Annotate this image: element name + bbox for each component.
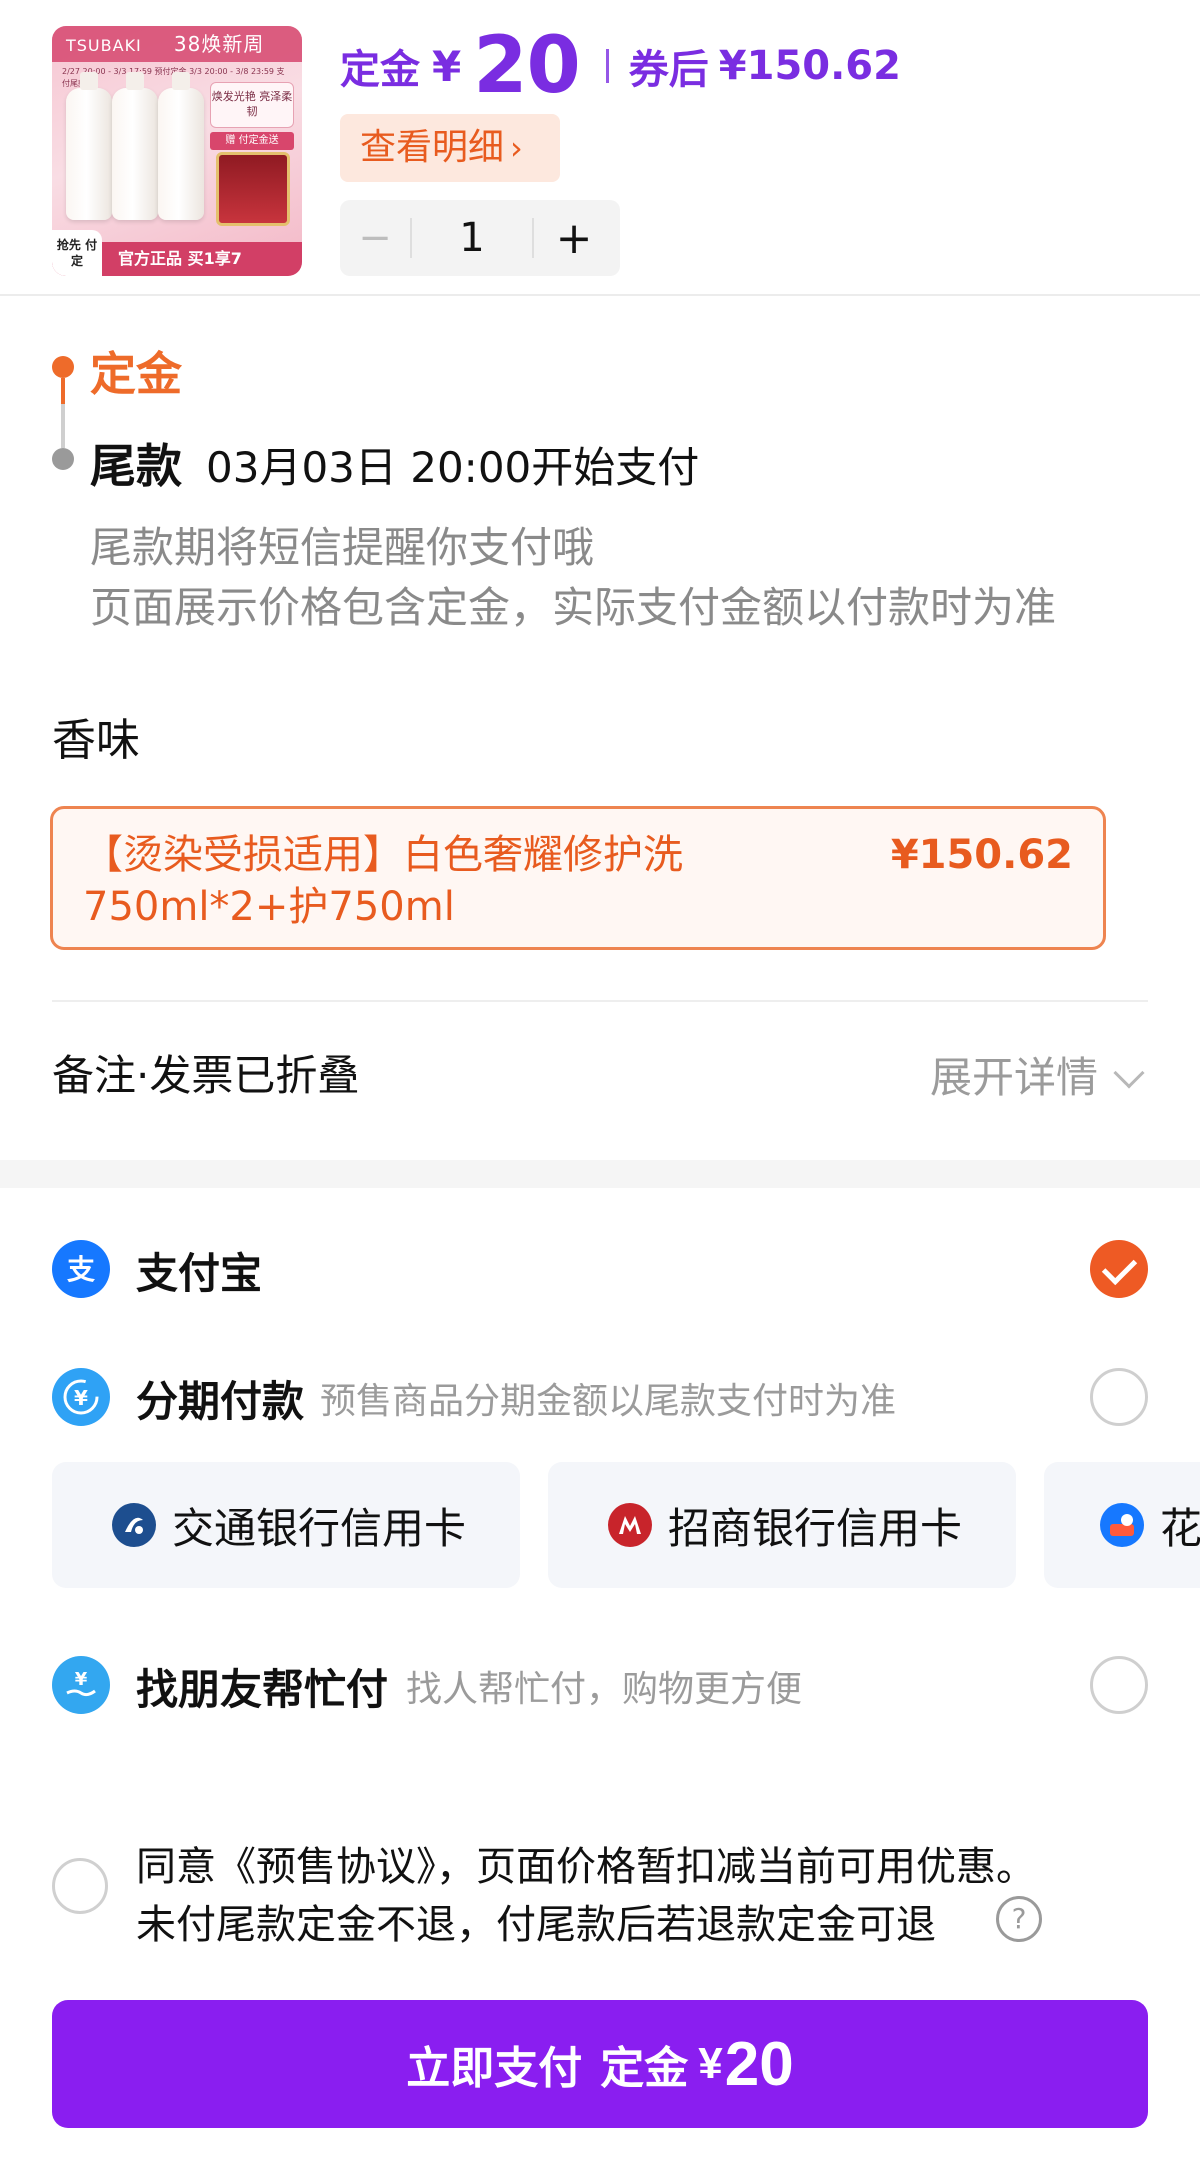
bank-name: 招商银行信用卡 (668, 1503, 963, 1553)
bottle-graphic (158, 72, 204, 220)
price-divider (605, 49, 609, 83)
decrease-button[interactable]: − (340, 215, 410, 261)
increase-button[interactable]: + (534, 213, 614, 264)
after-coupon-price: ¥150.62 (718, 43, 901, 89)
bank-name: 花 (1160, 1503, 1200, 1553)
sku-name: 【烫染受损适用】白色奢耀修护洗750ml*2+护750ml (83, 832, 683, 930)
price-note: 页面展示价格包含定金，实际支付金额以付款时为准 (90, 583, 1057, 632)
image-promo-text: 焕发光艳 亮泽柔韧 (210, 82, 294, 128)
image-gift-label: 赠 付定金送 (210, 132, 294, 150)
bottle-graphic (112, 72, 158, 220)
installment-label[interactable]: 分期付款 (136, 1368, 304, 1429)
gift-box-graphic (216, 152, 290, 226)
price-line: 定金 ¥ 20 券后 ¥150.62 (340, 21, 901, 111)
agreement-line-2: 未付尾款定金不退，付尾款后若退款定金可退 (136, 1902, 936, 1948)
chevron-down-icon (1113, 1057, 1145, 1089)
friend-pay-icon: ¥ (52, 1656, 110, 1714)
chevron-right-icon: › (510, 129, 523, 167)
bocom-icon (112, 1503, 156, 1547)
bottle-graphic (66, 72, 112, 220)
quantity-stepper: − 1 + (340, 200, 620, 276)
quantity-value[interactable]: 1 (410, 218, 534, 258)
cmb-icon (608, 1503, 652, 1547)
view-details-label: 查看明细 (360, 127, 505, 168)
divider (52, 1000, 1148, 1002)
product-header: TSUBAKI 38焕新周 2/27 20:00 - 3/3 17:59 预付定… (0, 0, 1200, 296)
deposit-amount: 20 (473, 21, 581, 111)
balance-step-label: 尾款 (90, 439, 182, 493)
image-corner-badge: 抢先 付定 (52, 230, 102, 276)
friend-pay-radio[interactable] (1090, 1656, 1148, 1714)
svg-text:¥: ¥ (74, 1386, 88, 1410)
view-details-button[interactable]: 查看明细 › (340, 114, 560, 182)
pay-now-label: 立即支付 (406, 2044, 583, 2093)
image-brand-text: TSUBAKI (66, 36, 142, 55)
bank-option-cmb[interactable]: 招商银行信用卡 (548, 1462, 1016, 1588)
friend-pay-note: 找人帮忙付，购物更方便 (406, 1669, 803, 1710)
pay-amount: 20 (724, 2029, 794, 2099)
bank-option-huabei[interactable]: 花 (1044, 1462, 1200, 1588)
alipay-radio-selected[interactable] (1090, 1240, 1148, 1298)
installment-icon: ¥ (52, 1368, 110, 1426)
installment-note: 预售商品分期金额以尾款支付时为准 (320, 1381, 897, 1422)
balance-start-time: 03月03日 20:00开始支付 (206, 443, 700, 492)
pay-now-button[interactable]: 立即支付 定金 ¥ 20 (52, 2000, 1148, 2128)
sku-price: ¥150.62 (890, 832, 1073, 878)
sms-reminder-note: 尾款期将短信提醒你支付哦 (90, 523, 595, 572)
scent-section-title: 香味 (52, 715, 140, 766)
huabei-icon (1100, 1503, 1144, 1547)
svg-text:支: 支 (67, 1253, 95, 1286)
selected-sku-option[interactable]: 【烫染受损适用】白色奢耀修护洗750ml*2+护750ml ¥150.62 (50, 806, 1106, 950)
remark-invoice-label: 备注·发票已折叠 (52, 1051, 360, 1100)
timeline-dot-inactive (52, 448, 74, 470)
friend-pay-label[interactable]: 找朋友帮忙付 (136, 1656, 388, 1717)
deposit-step-label: 定金 (90, 347, 182, 401)
alipay-label[interactable]: 支付宝 (136, 1240, 262, 1301)
bank-name: 交通银行信用卡 (172, 1503, 467, 1553)
deposit-label: 定金 (340, 47, 420, 93)
agreement-checkbox[interactable] (52, 1858, 108, 1914)
pay-currency: ¥ (698, 2039, 723, 2088)
agreement-line-1[interactable]: 同意《预售协议》，页面价格暂扣减当前可用优惠。 (136, 1834, 1036, 1892)
timeline-line-active (61, 378, 65, 404)
image-brand-bar: TSUBAKI 38焕新周 (52, 26, 302, 62)
help-icon[interactable]: ? (996, 1896, 1042, 1942)
section-gap (0, 1160, 1200, 1188)
product-image[interactable]: TSUBAKI 38焕新周 2/27 20:00 - 3/3 17:59 预付定… (52, 26, 302, 276)
alipay-icon: 支 (52, 1240, 110, 1298)
expand-details-button[interactable]: 展开详情 (929, 1044, 1145, 1105)
installment-radio[interactable] (1090, 1368, 1148, 1426)
after-coupon-label: 券后 (628, 47, 709, 93)
svg-text:¥: ¥ (75, 1669, 88, 1690)
pay-deposit-label: 定金 (600, 2044, 689, 2093)
bank-option-bocom[interactable]: 交通银行信用卡 (52, 1462, 520, 1588)
expand-details-label: 展开详情 (929, 1053, 1098, 1102)
image-campaign-tag: 38焕新周 (173, 32, 265, 56)
timeline-dot-active (52, 356, 74, 378)
currency-symbol: ¥ (432, 41, 462, 91)
